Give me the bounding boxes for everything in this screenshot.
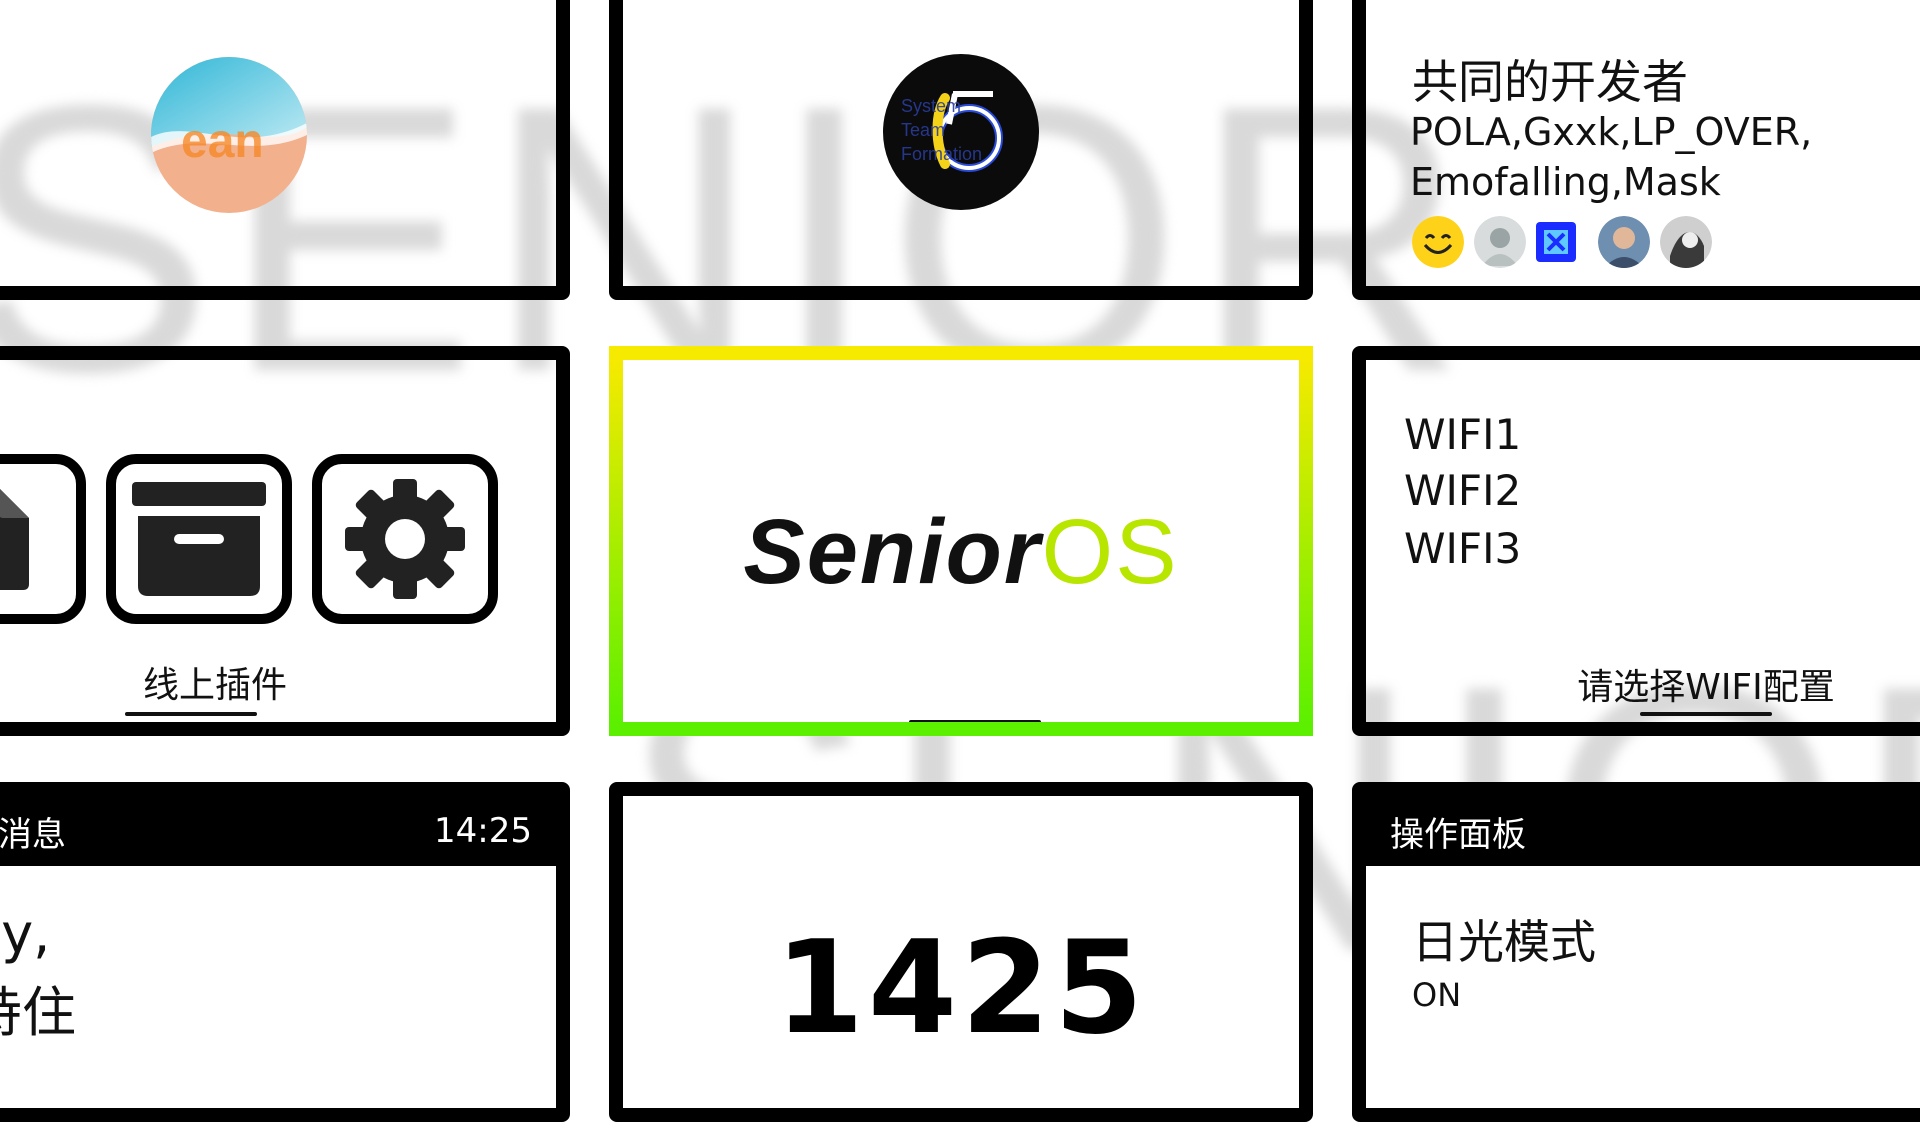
wifi-card[interactable]: WIFI1 WIFI2 WIFI3 请选择WIFI配置 <box>1352 346 1920 736</box>
brand-text-dark: Senior <box>743 501 1042 603</box>
badge-line-2: Team <box>901 120 946 140</box>
daylight-mode-label: 日光模式 <box>1412 915 1596 969</box>
wifi-indicator <box>1640 712 1772 716</box>
messages-time: 14:25 <box>434 811 532 851</box>
message-body-line1: ey, <box>0 902 51 965</box>
messages-title: 消息 <box>0 814 66 855</box>
file-button[interactable] <box>0 454 86 624</box>
control-panel-card[interactable]: 操作面板 日光模式 ON <box>1352 782 1920 1122</box>
team-logo-card[interactable]: System Team Formation <box>609 0 1313 300</box>
team-logo-badge: System Team Formation <box>883 54 1039 210</box>
wifi-item-1[interactable]: WIFI1 <box>1404 410 1521 459</box>
brand-text-accent: OS <box>1041 501 1179 603</box>
svg-text:ean: ean <box>181 115 264 168</box>
developers-names-line2: Emofalling,Mask <box>1410 160 1721 204</box>
online-plugins-label: 线上插件 <box>142 665 287 706</box>
developers-title: 共同的开发者 <box>1412 55 1688 109</box>
badge-line-3: Formation <box>901 144 983 164</box>
senioros-logo: SeniorOS <box>623 500 1299 605</box>
control-panel-title: 操作面板 <box>1390 814 1526 855</box>
archive-button[interactable] <box>106 454 292 624</box>
developer-avatar-4[interactable] <box>1598 216 1650 268</box>
clock-card[interactable]: 1425 <box>609 782 1313 1122</box>
settings-button[interactable] <box>312 454 498 624</box>
developers-names-line1: POLA,Gxxk,LP_OVER, <box>1410 110 1813 154</box>
message-body-line2: 持住 <box>0 981 76 1044</box>
badge-line-1: System <box>901 96 962 116</box>
wifi-item-3[interactable]: WIFI3 <box>1404 524 1521 573</box>
developer-avatar-smiley[interactable] <box>1412 216 1464 268</box>
gear-icon <box>345 479 465 599</box>
senioros-main-card[interactable]: SeniorOS <box>609 346 1313 736</box>
developer-avatar-2[interactable] <box>1474 216 1526 268</box>
wifi-config-prompt: 请选择WIFI配置 <box>1577 667 1835 708</box>
messages-card[interactable]: 消息 14:25 ey, 持住 <box>0 782 570 1122</box>
online-plugins-indicator <box>125 712 257 716</box>
avatar-card[interactable]: ean <box>0 0 570 300</box>
file-icon <box>0 489 29 590</box>
senioros-indicator <box>909 720 1041 722</box>
daylight-mode-state: ON <box>1412 976 1462 1014</box>
developers-avatar-row <box>1412 216 1732 272</box>
wifi-item-2[interactable]: WIFI2 <box>1404 466 1521 515</box>
control-panel-header: 操作面板 <box>1366 796 1920 866</box>
archive-box-icon <box>132 482 266 596</box>
developers-card[interactable]: 共同的开发者 POLA,Gxxk,LP_OVER, Emofalling,Mas… <box>1352 0 1920 300</box>
messages-header: 消息 14:25 <box>0 796 556 866</box>
user-avatar: ean <box>151 57 307 213</box>
online-plugins-card[interactable]: 线上插件 <box>0 346 570 736</box>
developer-avatar-3[interactable] <box>1536 222 1576 262</box>
developer-avatar-5[interactable] <box>1660 216 1712 268</box>
daylight-mode-toggle[interactable]: 日光模式 ON <box>1412 906 1596 1014</box>
clock-time: 1425 <box>774 914 1148 1063</box>
